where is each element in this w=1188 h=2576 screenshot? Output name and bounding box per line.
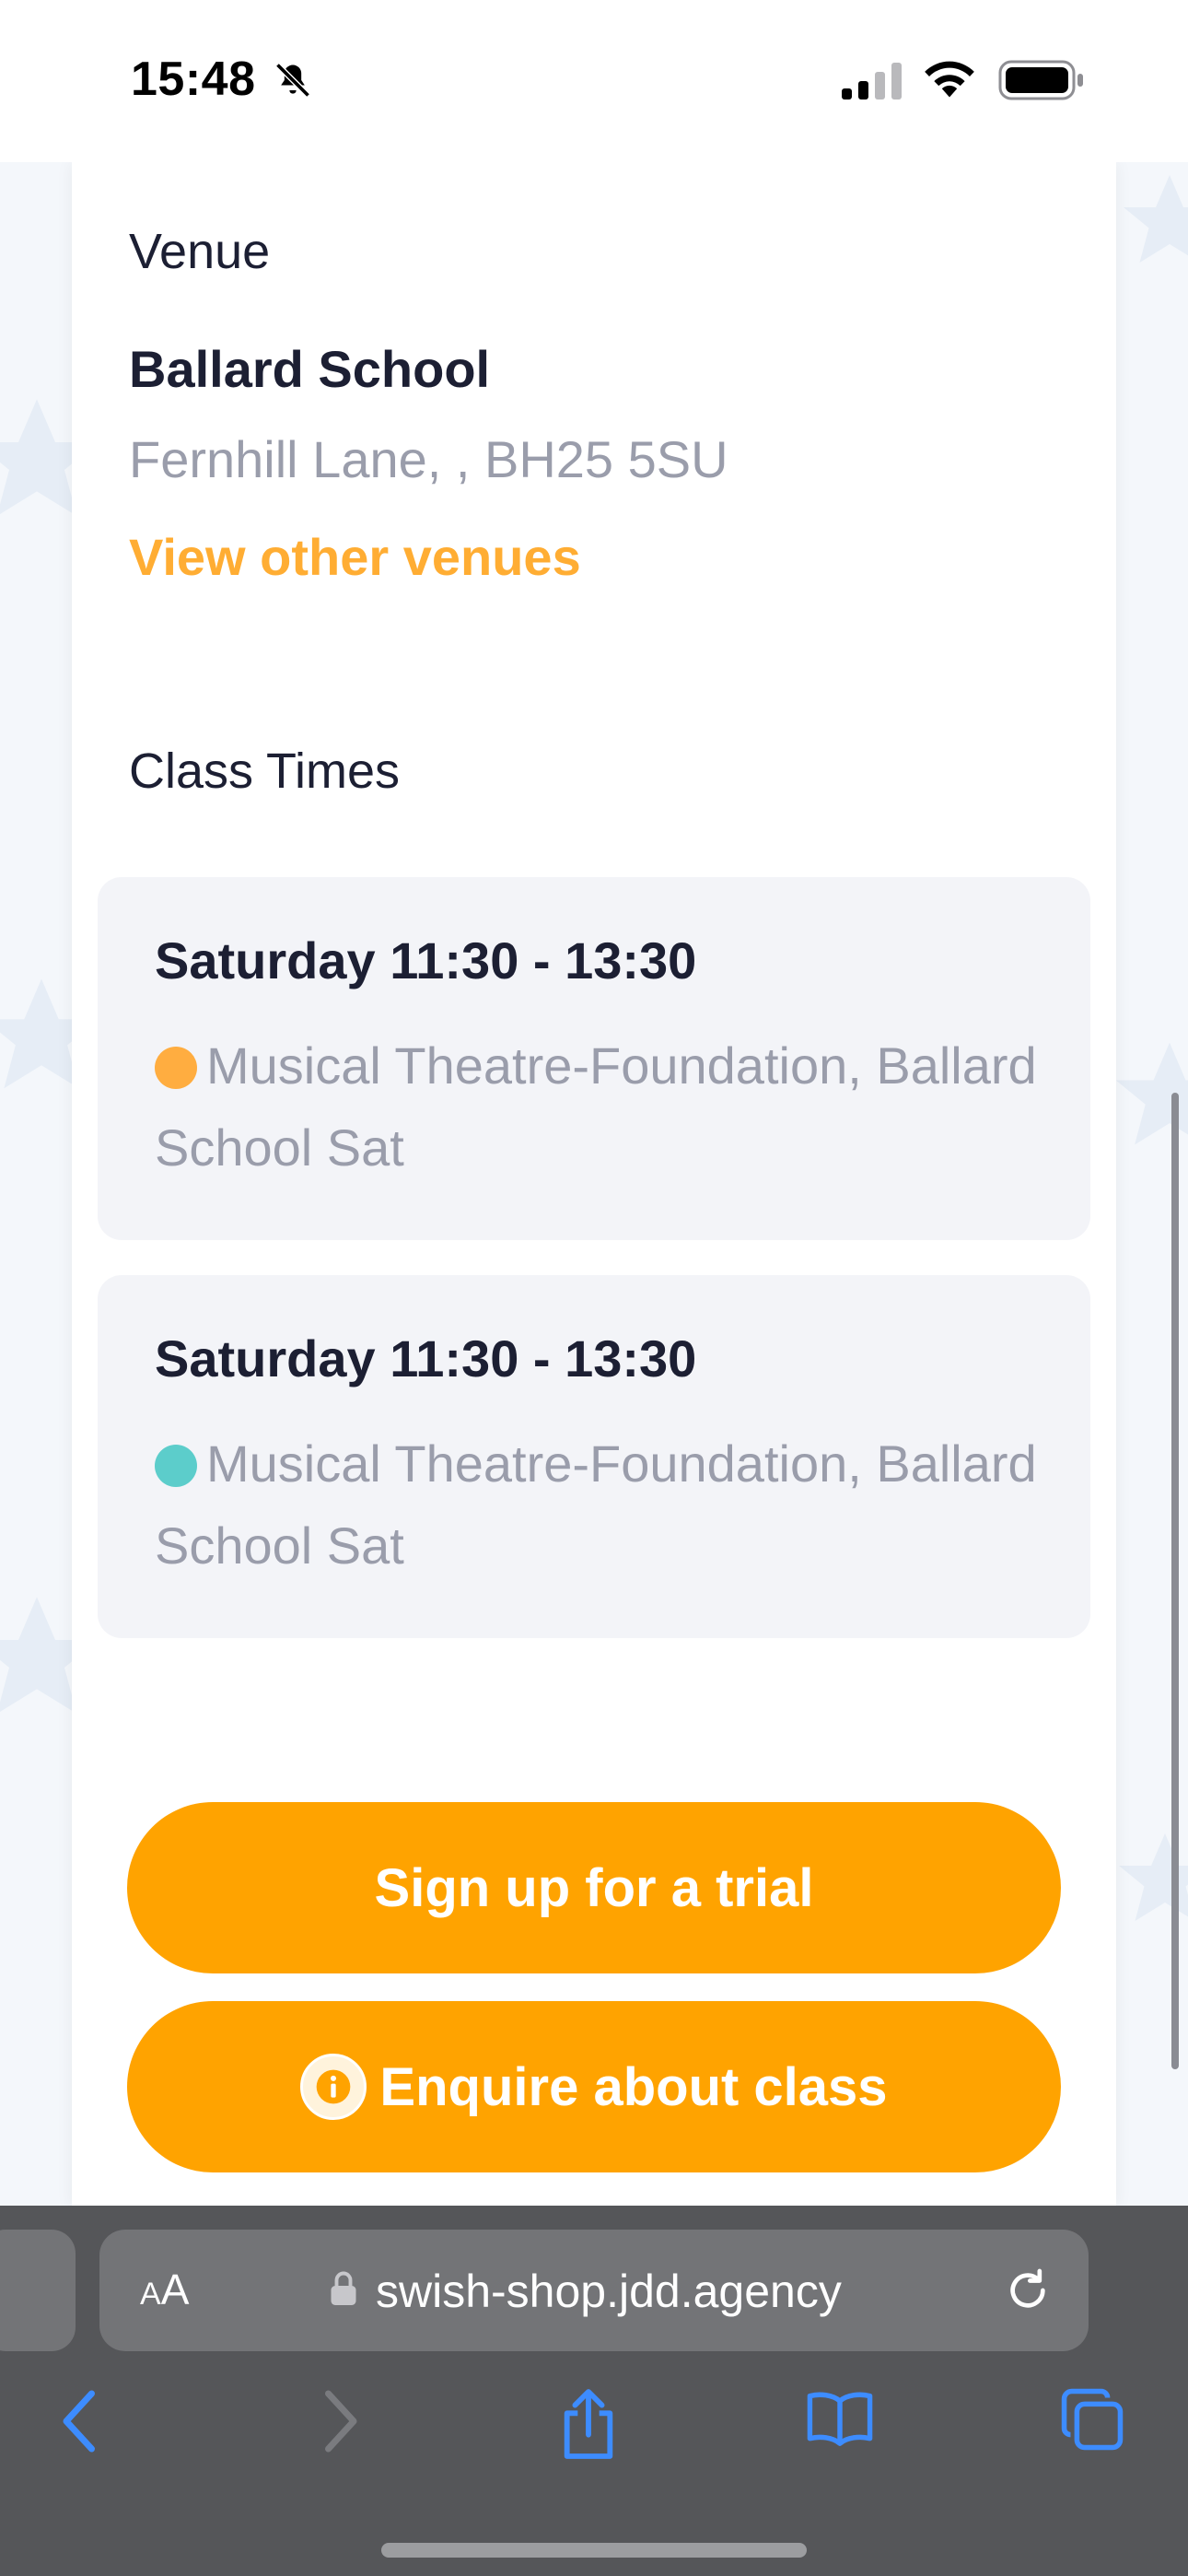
venue-heading: Venue	[129, 224, 271, 279]
browser-toolbar: AA swish-shop.jdd.agency	[0, 2206, 1188, 2576]
page-scrollbar[interactable]	[1171, 1093, 1179, 2069]
class-time-slot[interactable]: Saturday 11:30 - 13:30 Musical Theatre-F…	[98, 1275, 1090, 1638]
wifi-icon	[925, 61, 974, 98]
venue-address: Fernhill Lane, , BH25 5SU	[129, 430, 728, 488]
forward-icon[interactable]	[317, 2386, 363, 2456]
class-color-dot	[155, 1047, 197, 1089]
bookmarks-icon[interactable]	[805, 2386, 875, 2451]
lock-icon	[331, 2271, 356, 2305]
slot-description: Musical Theatre-Foundation, Ballard Scho…	[155, 1434, 1037, 1575]
signal-icon	[842, 63, 902, 100]
aa-large-label: A	[160, 2266, 190, 2313]
slot-description-wrapper: Musical Theatre-Foundation, Ballard Scho…	[155, 1423, 1039, 1587]
share-icon[interactable]	[556, 2386, 621, 2462]
back-icon[interactable]	[57, 2386, 103, 2456]
bell-slash-icon	[275, 63, 310, 98]
aa-small-label: A	[140, 2277, 161, 2312]
venue-name: Ballard School	[129, 340, 491, 398]
class-color-dot	[155, 1445, 197, 1487]
class-details-card: Venue Ballard School Fernhill Lane, , BH…	[72, 162, 1116, 2207]
slot-description: Musical Theatre-Foundation, Ballard Scho…	[155, 1036, 1037, 1177]
home-indicator[interactable]	[381, 2543, 807, 2558]
page-settings-button[interactable]: AA	[140, 2265, 189, 2314]
battery-icon	[998, 60, 1083, 100]
enquire-button[interactable]: Enquire about class	[127, 2001, 1061, 2172]
view-other-venues-link[interactable]: View other venues	[129, 527, 581, 587]
sign-up-trial-label: Sign up for a trial	[374, 1857, 814, 1918]
tabs-icon[interactable]	[1059, 2386, 1125, 2453]
status-time: 15:48	[131, 53, 256, 106]
status-bar: 15:48	[0, 0, 1188, 162]
class-time-slot[interactable]: Saturday 11:30 - 13:30 Musical Theatre-F…	[98, 877, 1090, 1240]
slot-time: Saturday 11:30 - 13:30	[155, 931, 697, 989]
previous-tab-pill[interactable]	[0, 2230, 76, 2351]
address-bar[interactable]: AA swish-shop.jdd.agency	[99, 2230, 1089, 2351]
info-icon	[300, 2054, 367, 2120]
star-decoration-icon	[1124, 175, 1188, 263]
reload-icon[interactable]	[1002, 2265, 1054, 2316]
enquire-label: Enquire about class	[379, 2056, 888, 2117]
slot-description-wrapper: Musical Theatre-Foundation, Ballard Scho…	[155, 1025, 1039, 1188]
slot-time: Saturday 11:30 - 13:30	[155, 1329, 697, 1388]
url-text: swish-shop.jdd.agency	[376, 2266, 842, 2317]
sign-up-trial-button[interactable]: Sign up for a trial	[127, 1802, 1061, 1973]
class-times-heading: Class Times	[129, 744, 401, 799]
